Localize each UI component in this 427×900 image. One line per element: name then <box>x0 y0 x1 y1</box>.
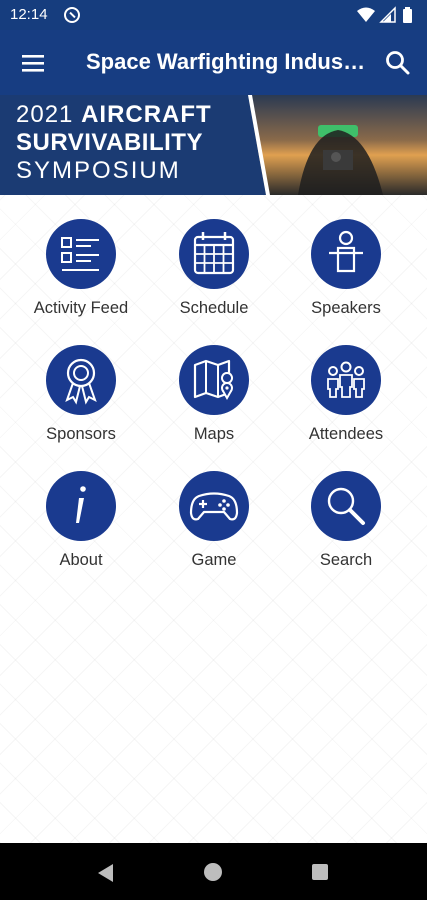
tile-icon-circle <box>46 219 116 289</box>
speaker-podium-icon <box>329 230 363 273</box>
tile-schedule[interactable]: Schedule <box>147 195 281 317</box>
event-banner: 2021 AIRCRAFT SURVIVABILITY SYMPOSIUM <box>0 95 427 195</box>
tile-icon-circle <box>179 219 249 289</box>
tile-search[interactable]: Search <box>279 447 413 569</box>
tile-label: Attendees <box>308 425 384 443</box>
activity-feed-icon <box>61 237 99 271</box>
banner-text: 2021 AIRCRAFT SURVIVABILITY SYMPOSIUM <box>16 103 212 183</box>
status-icons <box>357 6 419 24</box>
status-bar: 12:14 <box>0 0 427 30</box>
system-nav-bar <box>0 843 427 900</box>
recents-icon[interactable] <box>312 864 328 880</box>
app-bar: Space Warfighting Industry Forum <box>0 30 427 95</box>
status-time: 12:14 <box>10 6 48 23</box>
banner-survivability: SURVIVABILITY <box>16 129 203 156</box>
info-icon <box>76 486 86 523</box>
tile-icon-circle <box>311 219 381 289</box>
gamepad-icon <box>189 492 239 521</box>
tile-icon-circle <box>46 471 116 541</box>
app-title: Space Warfighting Industry Forum <box>86 49 368 74</box>
tile-sponsors[interactable]: Sponsors <box>14 321 148 443</box>
tile-label: Schedule <box>179 299 249 317</box>
award-ribbon-icon <box>65 358 97 405</box>
tile-label: Sponsors <box>46 425 116 443</box>
banner-line-1: 2021 AIRCRAFT <box>16 103 212 127</box>
tile-label: About <box>59 551 103 569</box>
tile-icon-circle <box>179 471 249 541</box>
tile-label: Speakers <box>311 299 381 317</box>
hamburger-menu-icon[interactable] <box>16 50 50 76</box>
app-notification-icon <box>64 7 80 23</box>
banner-aircraft: AIRCRAFT <box>81 101 212 128</box>
tile-label: Search <box>319 551 373 569</box>
people-icon <box>327 361 365 398</box>
banner-year: 2021 <box>16 101 74 128</box>
magnifier-icon <box>327 487 365 525</box>
tile-game[interactable]: Game <box>147 447 281 569</box>
tile-icon-circle <box>311 471 381 541</box>
tile-maps[interactable]: Maps <box>147 321 281 443</box>
calendar-icon <box>193 232 235 275</box>
wifi-icon <box>357 7 375 22</box>
battery-icon <box>403 7 412 23</box>
tile-label: Game <box>191 551 237 569</box>
tile-label: Maps <box>193 425 235 443</box>
cockpit-banner-image <box>248 95 427 195</box>
map-icon <box>193 359 233 401</box>
tile-activity-feed[interactable]: Activity Feed <box>14 195 148 317</box>
tile-icon-circle <box>46 345 116 415</box>
tile-speakers[interactable]: Speakers <box>279 195 413 317</box>
banner-symposium: SYMPOSIUM <box>16 157 181 184</box>
tile-icon-circle <box>311 345 381 415</box>
feature-grid: Activity Feed Schedule Speakers Sponsors… <box>0 195 427 843</box>
tile-attendees[interactable]: Attendees <box>279 321 413 443</box>
search-icon[interactable] <box>383 48 413 78</box>
tile-about[interactable]: About <box>14 447 148 569</box>
back-icon[interactable] <box>97 863 115 883</box>
tile-icon-circle <box>179 345 249 415</box>
tile-label: Activity Feed <box>33 299 129 317</box>
signal-icon <box>379 6 396 23</box>
home-icon[interactable] <box>204 863 222 881</box>
